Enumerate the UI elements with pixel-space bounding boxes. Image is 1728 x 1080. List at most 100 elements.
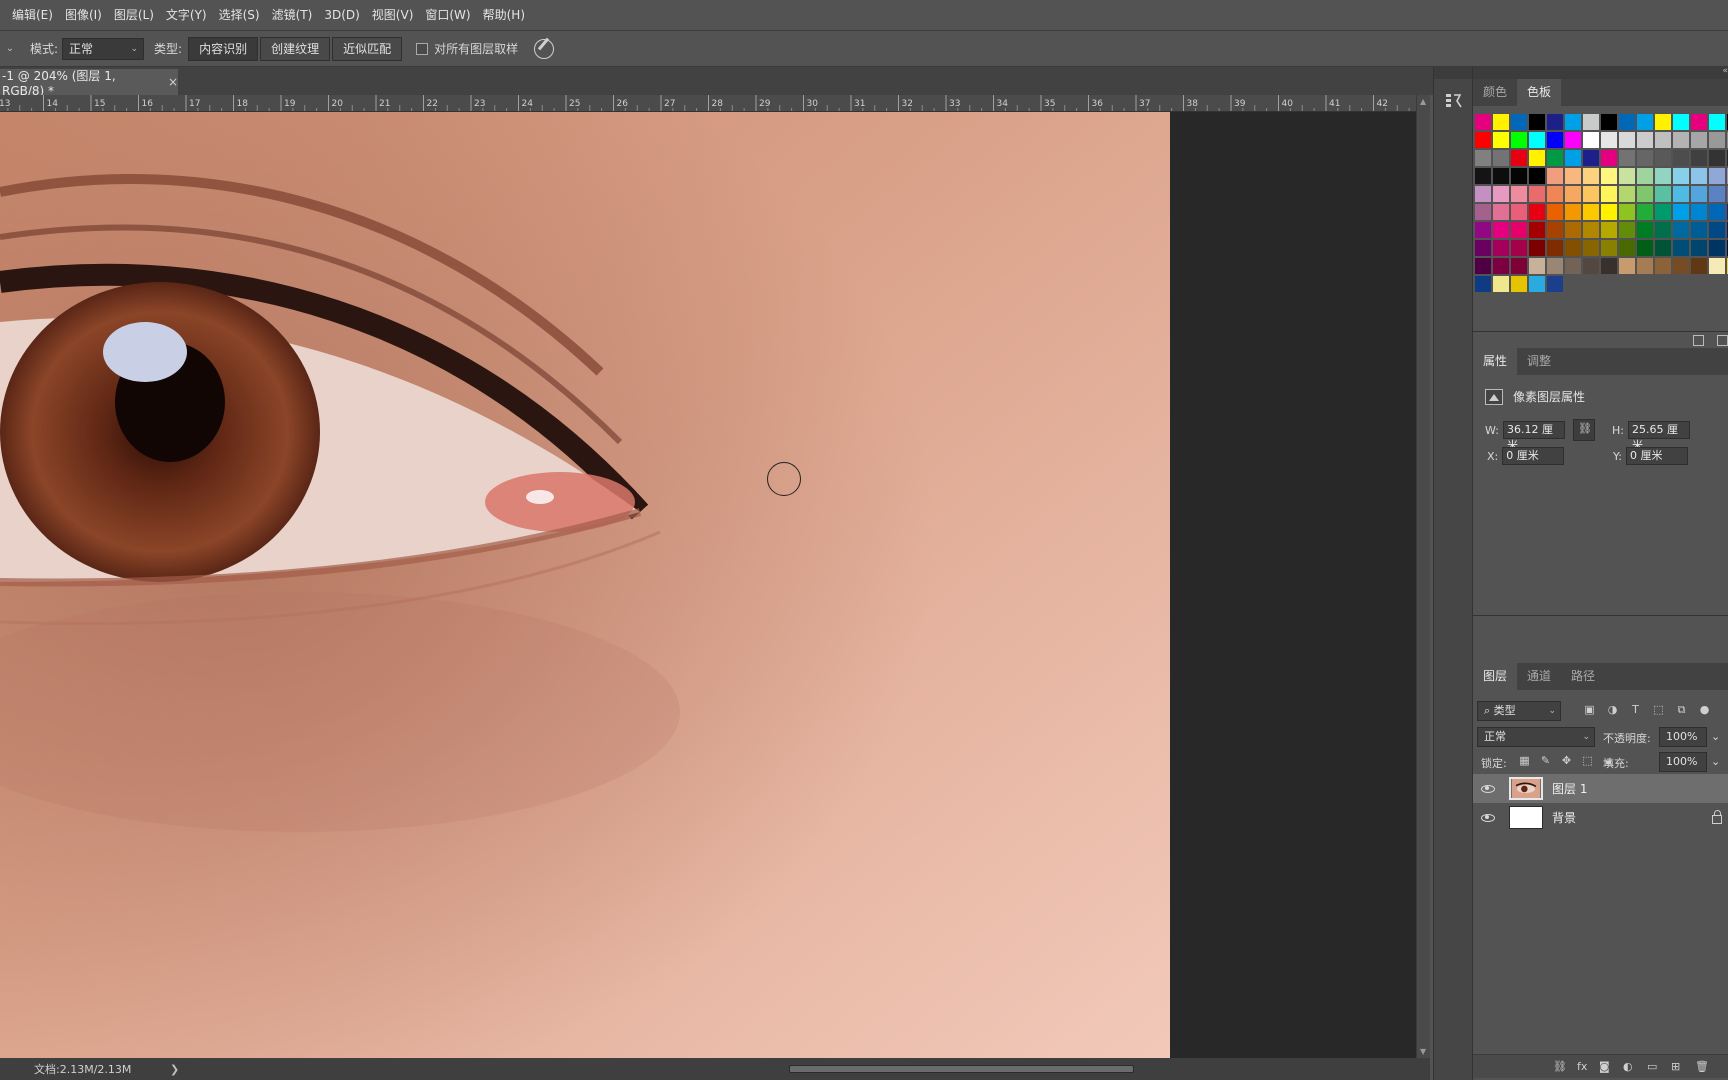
document-tab[interactable]: -1 @ 204% (图层 1, RGB/8) * × <box>0 69 178 98</box>
color-swatch[interactable] <box>1655 204 1671 220</box>
layer-style-fx-icon[interactable]: fx <box>1577 1060 1587 1073</box>
color-swatch[interactable] <box>1493 222 1509 238</box>
eye-closeup-photo[interactable] <box>0 112 1170 1058</box>
lock-artboard-icon[interactable]: ⬚ <box>1581 754 1594 767</box>
opacity-field[interactable]: 100% <box>1659 727 1707 747</box>
color-swatch[interactable] <box>1619 186 1635 202</box>
menu-item[interactable]: 编辑(E) <box>6 0 59 31</box>
panel-tab[interactable]: 调整 <box>1517 348 1561 375</box>
new-group-icon[interactable]: ▭ <box>1647 1060 1657 1073</box>
color-swatch[interactable] <box>1547 240 1563 256</box>
color-swatch[interactable] <box>1673 132 1689 148</box>
color-swatch[interactable] <box>1619 258 1635 274</box>
color-swatch[interactable] <box>1583 222 1599 238</box>
color-swatch[interactable] <box>1547 186 1563 202</box>
x-field[interactable]: 0 厘米 <box>1502 447 1565 465</box>
color-swatch[interactable] <box>1529 276 1545 292</box>
scroll-up-icon[interactable]: ▲ <box>1420 97 1426 106</box>
color-swatch[interactable] <box>1529 258 1545 274</box>
color-swatch[interactable] <box>1583 240 1599 256</box>
collapse-panels-icon[interactable]: « <box>1323 66 1728 76</box>
dock-collapse-bar[interactable]: « <box>1473 66 1728 79</box>
color-swatch[interactable] <box>1583 204 1599 220</box>
color-swatch[interactable] <box>1655 186 1671 202</box>
horizontal-scroll-thumb[interactable] <box>789 1065 1134 1073</box>
color-swatch[interactable] <box>1709 258 1725 274</box>
color-swatch[interactable] <box>1529 204 1545 220</box>
y-field[interactable]: 0 厘米 <box>1625 447 1688 465</box>
panel-tab[interactable]: 图层 <box>1473 663 1518 690</box>
color-swatch[interactable] <box>1583 186 1599 202</box>
panel-tab[interactable]: 色板 <box>1517 79 1562 106</box>
color-swatch[interactable] <box>1691 186 1707 202</box>
color-swatch[interactable] <box>1619 114 1635 130</box>
color-swatch[interactable] <box>1529 132 1545 148</box>
layer-row-background[interactable]: 背景 <box>1473 803 1728 832</box>
document-size-status[interactable]: 文档:2.13M/2.13M <box>34 1061 164 1077</box>
color-swatch[interactable] <box>1655 132 1671 148</box>
color-swatch[interactable] <box>1511 222 1527 238</box>
color-swatch[interactable] <box>1619 150 1635 166</box>
color-swatch[interactable] <box>1511 240 1527 256</box>
shape-filter-icon[interactable]: ⬚ <box>1652 703 1665 716</box>
delete-swatch-icon[interactable] <box>1717 335 1728 346</box>
color-swatch[interactable] <box>1655 150 1671 166</box>
color-swatch[interactable] <box>1547 276 1563 292</box>
color-swatch[interactable] <box>1475 132 1491 148</box>
panel-tab[interactable]: 属性 <box>1473 348 1518 375</box>
color-swatch[interactable] <box>1511 168 1527 184</box>
color-swatch[interactable] <box>1709 114 1725 130</box>
color-swatch[interactable] <box>1565 222 1581 238</box>
tool-preset-chevron-icon[interactable]: ⌄ <box>0 43 20 54</box>
color-swatch[interactable] <box>1493 114 1509 130</box>
type-option-button[interactable]: 近似匹配 <box>332 36 403 61</box>
color-swatch[interactable] <box>1619 132 1635 148</box>
color-swatch[interactable] <box>1493 276 1509 292</box>
color-swatch[interactable] <box>1601 222 1617 238</box>
color-swatch[interactable] <box>1475 168 1491 184</box>
color-swatch[interactable] <box>1637 150 1653 166</box>
history-icon[interactable] <box>1444 91 1464 111</box>
color-swatch[interactable] <box>1709 186 1725 202</box>
color-swatch[interactable] <box>1691 240 1707 256</box>
canvas-area[interactable] <box>0 112 1416 1058</box>
panel-tab[interactable]: 颜色 <box>1473 79 1517 106</box>
blend-mode-select[interactable]: 正常 ⌄ <box>1477 727 1595 747</box>
color-swatch[interactable] <box>1529 168 1545 184</box>
color-swatch[interactable] <box>1673 186 1689 202</box>
lock-position-icon[interactable]: ✥ <box>1560 754 1573 767</box>
color-swatch[interactable] <box>1493 150 1509 166</box>
color-swatch[interactable] <box>1601 132 1617 148</box>
color-swatch[interactable] <box>1673 258 1689 274</box>
color-swatch[interactable] <box>1565 186 1581 202</box>
color-swatch[interactable] <box>1547 132 1563 148</box>
color-swatch[interactable] <box>1637 132 1653 148</box>
color-swatch[interactable] <box>1475 240 1491 256</box>
color-swatch[interactable] <box>1637 240 1653 256</box>
link-dimensions-icon[interactable] <box>1573 419 1595 441</box>
visibility-eye-icon[interactable] <box>1481 784 1495 793</box>
visibility-eye-icon[interactable] <box>1481 813 1495 822</box>
status-menu-arrow-icon[interactable]: ❯ <box>170 1063 179 1076</box>
color-swatch[interactable] <box>1511 186 1527 202</box>
menu-item[interactable]: 文字(Y) <box>160 0 213 31</box>
color-swatch[interactable] <box>1673 204 1689 220</box>
color-swatch[interactable] <box>1547 168 1563 184</box>
color-swatch[interactable] <box>1601 114 1617 130</box>
color-swatch[interactable] <box>1601 186 1617 202</box>
color-swatch[interactable] <box>1493 204 1509 220</box>
color-swatch[interactable] <box>1691 132 1707 148</box>
color-swatch[interactable] <box>1637 168 1653 184</box>
color-swatch[interactable] <box>1673 150 1689 166</box>
color-swatch[interactable] <box>1583 150 1599 166</box>
color-swatch[interactable] <box>1709 204 1725 220</box>
color-swatch[interactable] <box>1511 114 1527 130</box>
color-swatch[interactable] <box>1601 204 1617 220</box>
new-swatch-icon[interactable] <box>1693 335 1704 346</box>
color-swatch[interactable] <box>1709 222 1725 238</box>
color-swatch[interactable] <box>1691 114 1707 130</box>
color-swatch[interactable] <box>1691 150 1707 166</box>
color-swatch[interactable] <box>1565 114 1581 130</box>
color-swatch[interactable] <box>1583 258 1599 274</box>
color-swatch[interactable] <box>1583 168 1599 184</box>
